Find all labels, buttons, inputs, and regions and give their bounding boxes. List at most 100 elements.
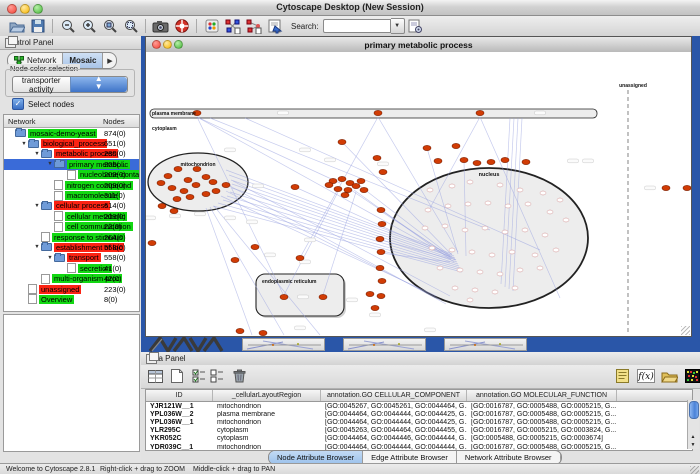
search-input[interactable]: [323, 19, 391, 33]
tree-row[interactable]: ▼establishment of loc558(0): [4, 242, 139, 252]
more-tabs-button[interactable]: ▶: [103, 53, 116, 68]
search-config-button[interactable]: [405, 17, 426, 35]
layout-network-a-button[interactable]: [222, 17, 243, 35]
column-header[interactable]: ID: [146, 390, 213, 401]
gene-node: [192, 182, 200, 187]
node-color-dropdown[interactable]: transporter activity ▲▼: [12, 76, 128, 93]
minimized-network-window[interactable]: [343, 338, 426, 351]
tree-row[interactable]: ▼transport558(0): [4, 253, 139, 263]
table-cell: YKR052C: [146, 435, 213, 442]
tree-row[interactable]: nitrogen compound209(0): [4, 180, 139, 190]
gene-node: [231, 257, 239, 262]
gene-node: [542, 233, 548, 237]
tree-row[interactable]: Overview8(0): [4, 294, 139, 304]
expand-arrow-icon[interactable]: ▼: [33, 203, 41, 209]
leaf-icon: [54, 211, 63, 221]
open-session-button[interactable]: [6, 17, 27, 35]
matrix-view-button[interactable]: [683, 367, 700, 385]
table-cell: YDR039C__1: [146, 444, 213, 451]
formula-builder-button[interactable]: f(x): [637, 367, 655, 385]
delete-attribute-button[interactable]: [230, 367, 248, 385]
annotation-button[interactable]: [613, 367, 631, 385]
scroll-down-arrow[interactable]: ▼: [688, 441, 698, 449]
table-row[interactable]: YLR295Ccytoplasm[GO:0045263, GO:0044464,…: [146, 427, 692, 435]
select-all-attributes-button[interactable]: [190, 367, 208, 385]
cytoscape-app: Cytoscape Desktop (New Session) Search: …: [0, 0, 700, 474]
table-row[interactable]: YJR121W__1mitochondrion[GO:0045267, GO:0…: [146, 402, 692, 410]
zoom-in-button[interactable]: [78, 17, 99, 35]
control-panel-header: Control Panel: [0, 36, 141, 50]
zoom-out-icon: [60, 18, 76, 34]
layout-network-icon: [245, 18, 263, 34]
float-panel-icon[interactable]: [146, 354, 157, 364]
expand-arrow-icon[interactable]: ▼: [46, 255, 54, 261]
tree-row[interactable]: ▼cellular process614(0): [4, 201, 139, 211]
expand-arrow-icon[interactable]: ▼: [33, 151, 41, 157]
select-attributes-button[interactable]: [146, 367, 164, 385]
window-titlebar[interactable]: Cytoscape Desktop (New Session): [0, 0, 700, 16]
cytoscape-logo-sketch: [146, 337, 230, 352]
snapshot-button[interactable]: [150, 17, 171, 35]
select-nodes-checkbox[interactable]: ✓: [12, 98, 24, 110]
window-resize-grip[interactable]: [681, 326, 690, 335]
save-session-button[interactable]: [27, 17, 48, 35]
search-dropdown-button[interactable]: ▼: [391, 18, 405, 34]
tree-row-node-count: 22(0): [104, 222, 122, 231]
tree-row[interactable]: ▼metabolic process280(0): [4, 149, 139, 159]
zoom-selected-button[interactable]: [99, 17, 120, 35]
tree-row[interactable]: unassigned223(0): [4, 284, 139, 294]
tree-row[interactable]: cell communication22(0): [4, 222, 139, 232]
float-panel-icon[interactable]: [5, 38, 16, 48]
gene-node: [376, 236, 384, 241]
column-header[interactable]: annotation.GO MOLECULAR_FUNCTION: [467, 390, 617, 401]
scroll-up-arrow[interactable]: ▲: [688, 433, 698, 441]
import-attributes-button[interactable]: [660, 367, 678, 385]
table-row[interactable]: YKR052Ccytoplasm[GO:0044464, GO:0044446,…: [146, 435, 692, 443]
import-network-button[interactable]: [264, 17, 285, 35]
gene-node: [472, 288, 478, 292]
zoom-fit-button[interactable]: [120, 17, 141, 35]
network-canvas[interactable]: plasma membranecytoplasmmitochondrionnuc…: [146, 52, 691, 336]
minimized-network-window[interactable]: [444, 338, 527, 351]
vizmapper-button[interactable]: [201, 17, 222, 35]
column-header[interactable]: _cellularLayoutRegion: [213, 390, 321, 401]
network-graph[interactable]: plasma membranecytoplasmmitochondrionnuc…: [146, 52, 691, 336]
expand-arrow-icon[interactable]: ▼: [46, 161, 54, 167]
tree-row[interactable]: response to stimulus264(0): [4, 232, 139, 242]
attribute-table[interactable]: ID_cellularLayoutRegionannotation.GO CEL…: [145, 389, 693, 451]
camera-icon: [152, 18, 169, 34]
layout-network-b-button[interactable]: [243, 17, 264, 35]
unselect-all-attributes-button[interactable]: [208, 367, 226, 385]
gene-node: [291, 184, 299, 189]
expand-arrow-icon[interactable]: ▼: [33, 244, 41, 250]
scrollbar-thumb[interactable]: [689, 401, 699, 419]
tree-row-node-count: 209(0): [104, 212, 126, 221]
help-button[interactable]: [171, 17, 192, 35]
attribute-table-header[interactable]: ID_cellularLayoutRegionannotation.GO CEL…: [146, 390, 692, 402]
network-window[interactable]: primary metabolic process plasma membran…: [145, 36, 692, 337]
minimized-network-window[interactable]: [242, 338, 325, 351]
gene-node: [497, 183, 503, 187]
expand-arrow-icon[interactable]: ▼: [20, 141, 28, 147]
tree-row[interactable]: nucleobase-containing209(0): [4, 170, 139, 180]
control-panel: Control Panel Network Mosaic ▶ Node colo…: [0, 36, 142, 463]
tree-row[interactable]: cellular metabolic209(0): [4, 211, 139, 221]
tree-row[interactable]: mosaic-demo-yeast874(0): [4, 128, 139, 138]
table-row[interactable]: YPL036W__1mitochondrion[GO:0044464, GO:0…: [146, 418, 692, 426]
tree-row[interactable]: macromolecule311(0): [4, 190, 139, 200]
table-vertical-scrollbar[interactable]: ▲ ▼: [687, 400, 699, 449]
tree-row[interactable]: secretion41(0): [4, 263, 139, 273]
create-attribute-button[interactable]: [168, 367, 186, 385]
gene-node: [422, 226, 428, 230]
zoom-out-button[interactable]: [57, 17, 78, 35]
tree-row[interactable]: ▼primary metabolic209(...: [4, 159, 139, 169]
table-row[interactable]: YPL036W__2plasma membrane[GO:0044464, GO…: [146, 410, 692, 418]
tree-row[interactable]: multi-organism proc42(0): [4, 273, 139, 283]
birdseye-view-panel[interactable]: [3, 314, 140, 452]
data-panel: Data Panel f(x) ID_cellularLayoutRegiona…: [141, 352, 700, 463]
tree-row[interactable]: ▼biological_process651(0): [4, 138, 139, 148]
gene-node: [325, 182, 333, 187]
app-resize-grip[interactable]: [690, 466, 699, 474]
column-header[interactable]: annotation.GO CELLULAR_COMPONENT: [321, 390, 467, 401]
network-window-titlebar[interactable]: primary metabolic process: [146, 37, 691, 53]
